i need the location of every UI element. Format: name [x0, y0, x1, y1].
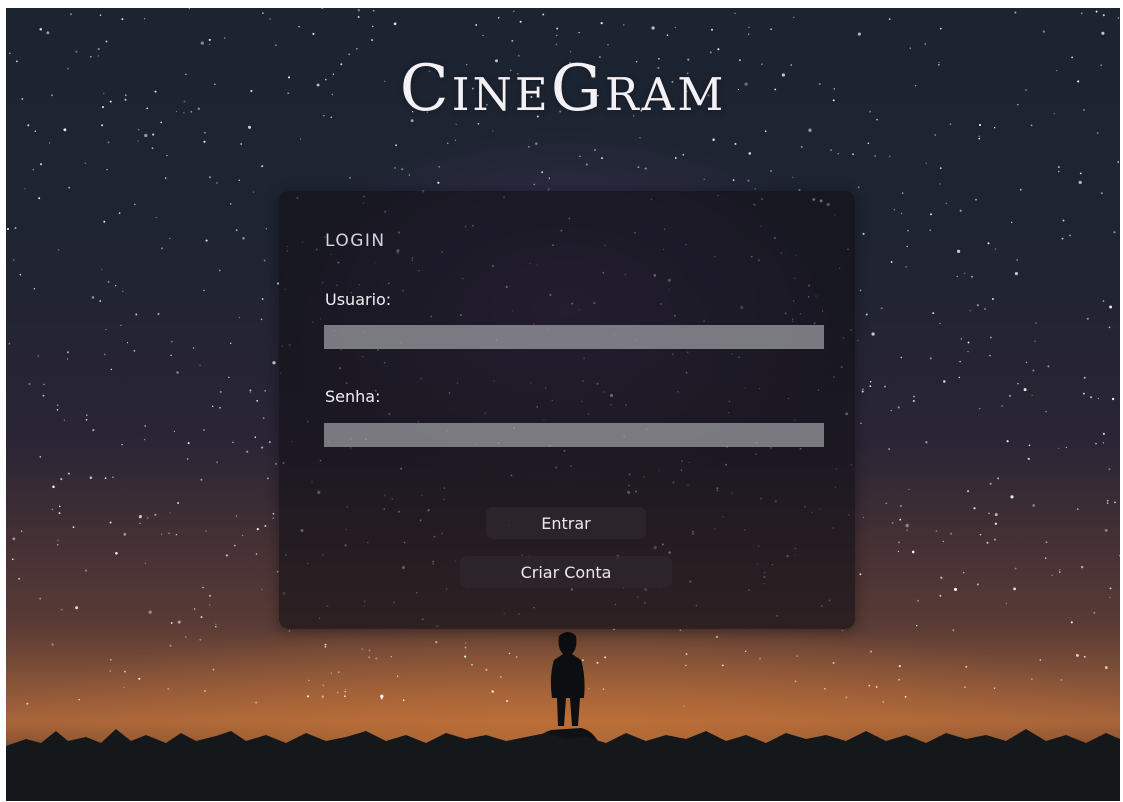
app-title: CineGram — [399, 52, 727, 126]
username-input[interactable] — [324, 325, 824, 349]
login-card: LOGIN Usuario: Senha: Entrar Criar Conta — [279, 191, 855, 629]
password-input[interactable] — [324, 423, 824, 447]
password-label: Senha: — [325, 387, 381, 406]
background-night-sky: CineGram LOGIN Usuario: Senha: Entrar Cr… — [6, 8, 1120, 801]
create-account-button[interactable]: Criar Conta — [460, 556, 672, 588]
username-label: Usuario: — [325, 290, 392, 309]
login-heading: LOGIN — [325, 231, 386, 251]
horizon-grass — [6, 729, 1120, 801]
enter-button[interactable]: Entrar — [486, 507, 646, 539]
